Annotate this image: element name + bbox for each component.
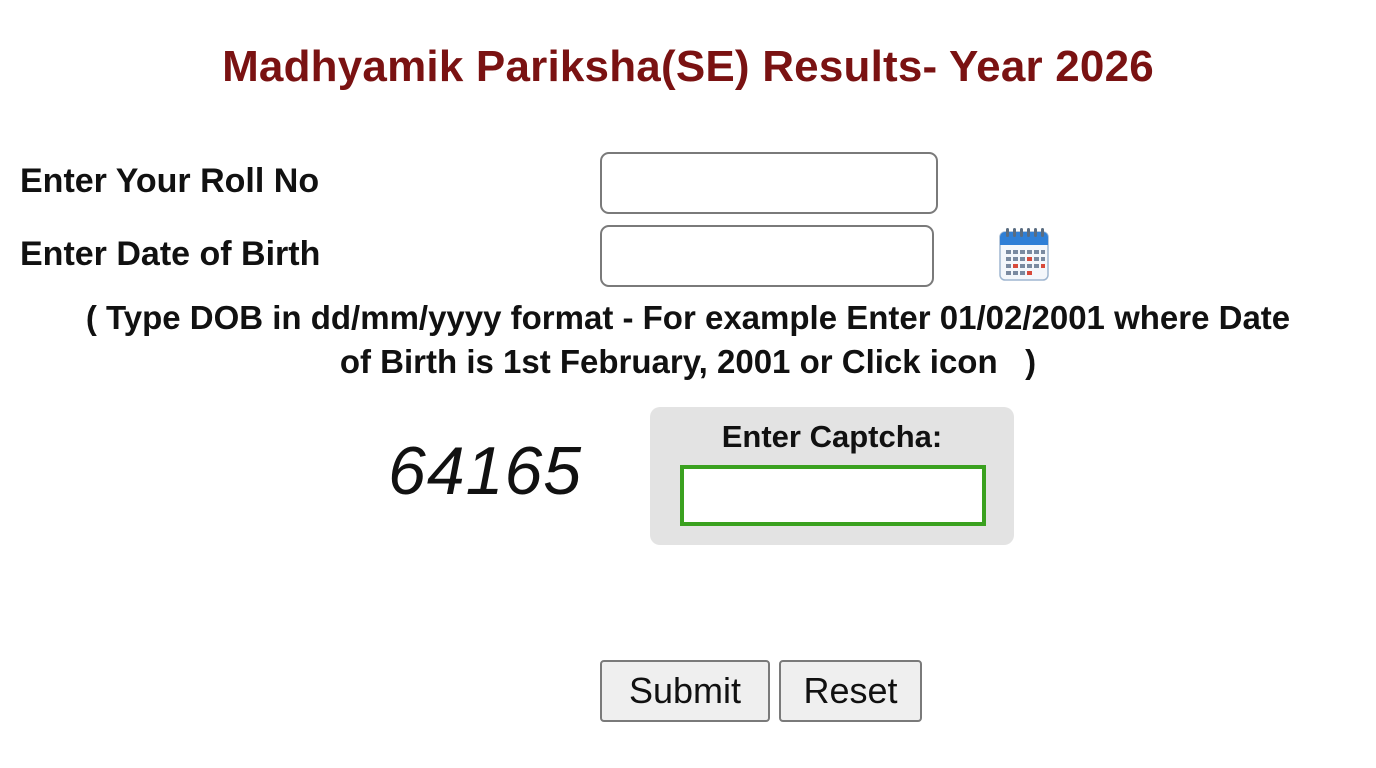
reset-button[interactable]: Reset xyxy=(779,660,922,722)
submit-button[interactable]: Submit xyxy=(600,660,770,722)
captcha-label: Enter Captcha: xyxy=(721,419,943,454)
roll-no-input[interactable] xyxy=(600,152,938,214)
dob-hint-line-1: ( Type DOB in dd/mm/yyyy format - For ex… xyxy=(85,299,1291,336)
roll-no-label: Enter Your Roll No xyxy=(20,162,320,200)
captcha-panel: Enter Captcha: xyxy=(650,407,1014,545)
calendar-icon[interactable] xyxy=(998,226,1050,282)
dob-label: Enter Date of Birth xyxy=(20,235,321,273)
captcha-input[interactable] xyxy=(680,465,986,526)
dob-input[interactable] xyxy=(600,225,934,287)
captcha-code: 64165 xyxy=(388,433,583,509)
page-title: Madhyamik Pariksha(SE) Results- Year 202… xyxy=(222,42,1154,91)
dob-hint-line-2: of Birth is 1st February, 2001 or Click … xyxy=(339,343,1037,380)
results-page: Madhyamik Pariksha(SE) Results- Year 202… xyxy=(0,0,1376,768)
dob-format-hint: ( Type DOB in dd/mm/yyyy format - For ex… xyxy=(10,296,1366,384)
calendar-icon-graphic xyxy=(999,228,1049,281)
